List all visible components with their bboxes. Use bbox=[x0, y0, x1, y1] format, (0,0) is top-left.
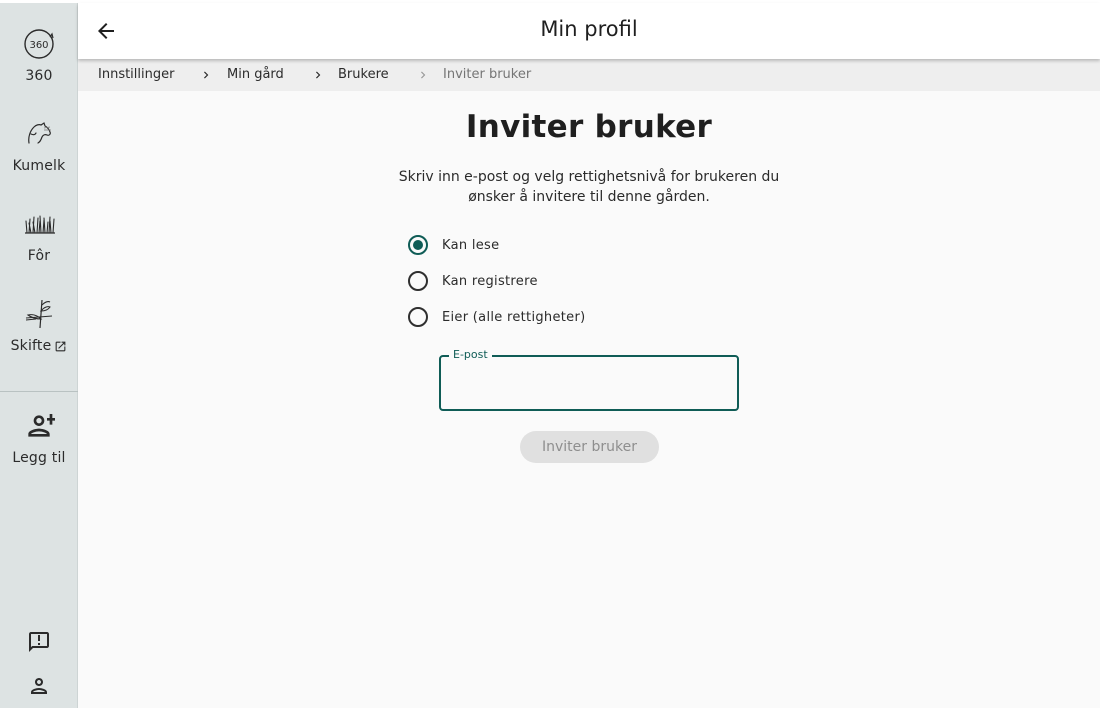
svg-text:360: 360 bbox=[29, 40, 48, 51]
chevron-right-icon bbox=[421, 71, 426, 79]
radio-button-checked[interactable] bbox=[408, 235, 428, 255]
radio-button[interactable] bbox=[408, 307, 428, 327]
chevron-right-icon bbox=[316, 71, 321, 79]
account-button[interactable] bbox=[0, 673, 78, 699]
email-input[interactable] bbox=[453, 371, 725, 397]
feedback-icon bbox=[22, 629, 56, 655]
app-bar-title: Min profil bbox=[540, 17, 638, 41]
radio-label: Eier (alle rettigheter) bbox=[442, 309, 586, 325]
email-field: E-post bbox=[439, 348, 739, 411]
chevron-right-icon bbox=[204, 71, 209, 79]
sidebar-item-for[interactable]: Fôr bbox=[0, 207, 78, 264]
sidebar-item-skifte-text: Skifte bbox=[10, 338, 52, 354]
breadcrumb-item-current: Inviter bruker bbox=[443, 67, 532, 82]
app-bar: Min profil bbox=[78, 3, 1100, 59]
page-description: Skriv inn e-post og velg rettighetsnivå … bbox=[398, 169, 780, 205]
open-in-new-icon bbox=[56, 341, 66, 351]
sidebar-item-label: Fôr bbox=[27, 248, 51, 264]
add-person-icon bbox=[22, 409, 56, 443]
radio-label: Kan registrere bbox=[442, 273, 538, 289]
sidebar: 360 360 Kumelk Fôr Skifte Legg til bbox=[0, 3, 78, 708]
invite-user-button[interactable]: Inviter bruker bbox=[520, 431, 659, 463]
360-icon: 360 bbox=[22, 27, 56, 61]
breadcrumb-item-min-gard[interactable]: Min gård bbox=[227, 67, 284, 82]
sidebar-item-legg-til[interactable]: Legg til bbox=[0, 409, 78, 466]
grass-icon bbox=[22, 207, 56, 241]
sidebar-item-label: 360 bbox=[25, 68, 53, 84]
radio-label: Kan lese bbox=[442, 237, 500, 253]
sidebar-item-360[interactable]: 360 360 bbox=[0, 27, 78, 84]
radio-kan-registrere[interactable]: Kan registrere bbox=[408, 271, 538, 291]
sidebar-item-label: Kumelk bbox=[12, 158, 66, 174]
sidebar-item-skifte[interactable]: Skifte bbox=[0, 297, 78, 354]
breadcrumb: Innstillinger Min gård Brukere Inviter b… bbox=[78, 59, 1100, 91]
main-content: Min profil Innstillinger Min gård Bruker… bbox=[78, 3, 1100, 708]
radio-button[interactable] bbox=[408, 271, 428, 291]
radio-eier[interactable]: Eier (alle rettigheter) bbox=[408, 307, 585, 327]
email-field-label: E-post bbox=[449, 348, 492, 361]
page-title: Inviter bruker bbox=[465, 109, 713, 145]
account-icon bbox=[22, 673, 56, 699]
sidebar-item-kumelk[interactable]: Kumelk bbox=[0, 117, 78, 174]
feedback-button[interactable] bbox=[0, 629, 78, 655]
plant-icon bbox=[22, 297, 56, 331]
breadcrumb-item-innstillinger[interactable]: Innstillinger bbox=[98, 67, 174, 82]
sidebar-item-label: Legg til bbox=[12, 450, 66, 466]
radio-kan-lese[interactable]: Kan lese bbox=[408, 235, 499, 255]
breadcrumb-item-brukere[interactable]: Brukere bbox=[338, 67, 389, 82]
cow-icon bbox=[22, 117, 56, 151]
sidebar-item-label: Skifte bbox=[11, 338, 68, 354]
sidebar-divider bbox=[0, 391, 78, 392]
